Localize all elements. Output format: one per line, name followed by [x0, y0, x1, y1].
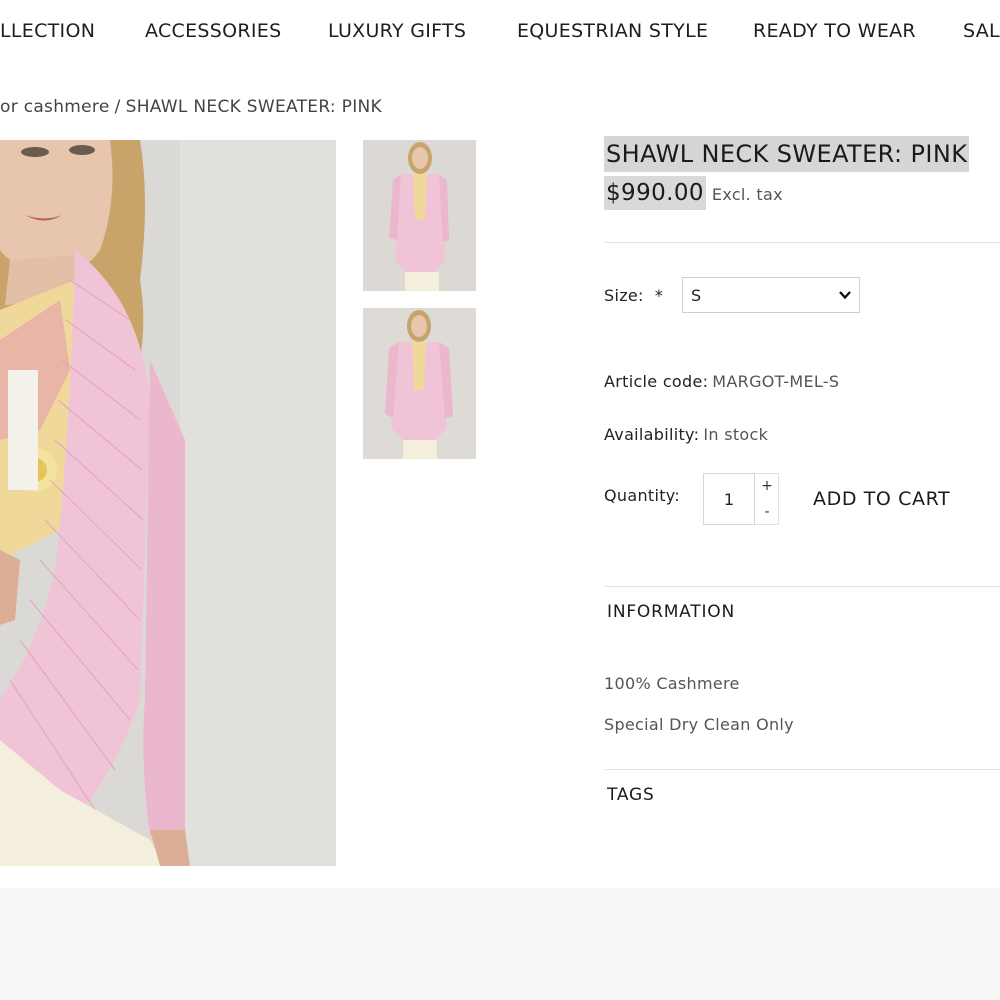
article-code-row: Article code: MARGOT-MEL-S [604, 372, 839, 391]
price-row: $990.00 Excl. tax [604, 176, 783, 210]
product-main-image[interactable] [0, 140, 336, 866]
nav-item-ready-to-wear[interactable]: READY TO WEAR [753, 20, 916, 42]
product-title: SHAWL NECK SWEATER: PINK [604, 136, 970, 172]
footer-area [0, 888, 1000, 1000]
breadcrumb-separator: / [114, 97, 121, 117]
size-label-row: Size: * [604, 286, 663, 305]
size-select-value: S [691, 286, 702, 305]
tags-heading[interactable]: TAGS [607, 785, 655, 805]
product-thumbnail[interactable] [363, 140, 476, 291]
divider [604, 586, 1000, 587]
availability-row: Availability: In stock [604, 425, 768, 444]
nav-item-equestrian-style[interactable]: EQUESTRIAN STYLE [517, 20, 708, 42]
chevron-down-icon [837, 287, 853, 303]
information-heading[interactable]: INFORMATION [607, 602, 735, 622]
size-select[interactable]: S [682, 277, 860, 313]
divider [604, 769, 1000, 770]
info-line-care: Special Dry Clean Only [604, 715, 794, 734]
article-code-label: Article code: [604, 372, 709, 391]
required-mark: * [654, 286, 664, 305]
quantity-label: Quantity: [604, 486, 681, 505]
quantity-increase-button[interactable]: + [755, 474, 779, 498]
breadcrumb-parent-link[interactable]: or cashmere [0, 97, 110, 117]
availability-value: In stock [703, 425, 769, 444]
nav-item-sale[interactable]: SALI [963, 20, 1000, 42]
divider [604, 242, 1000, 243]
info-line-material: 100% Cashmere [604, 674, 740, 693]
nav-item-luxury-gifts[interactable]: LUXURY GIFTS [328, 20, 466, 42]
size-label: Size: [604, 286, 644, 305]
quantity-stepper: + - [755, 473, 779, 525]
article-code-value: MARGOT-MEL-S [712, 372, 840, 391]
breadcrumb-current: SHAWL NECK SWEATER: PINK [125, 97, 382, 117]
nav-item-collection[interactable]: LLECTION [0, 20, 95, 42]
top-nav: LLECTION ACCESSORIES LUXURY GIFTS EQUEST… [0, 0, 1000, 64]
availability-label: Availability: [604, 425, 700, 444]
product-price: $990.00 [604, 176, 706, 210]
product-thumbnail[interactable] [363, 308, 476, 459]
tax-note: Excl. tax [711, 185, 783, 204]
nav-item-accessories[interactable]: ACCESSORIES [145, 20, 281, 42]
quantity-value: 1 [723, 490, 735, 509]
quantity-decrease-button[interactable]: - [755, 500, 779, 524]
add-to-cart-button[interactable]: ADD TO CART [805, 480, 958, 518]
quantity-input[interactable]: 1 [703, 473, 755, 525]
breadcrumb: or cashmere / SHAWL NECK SWEATER: PINK [0, 97, 382, 117]
